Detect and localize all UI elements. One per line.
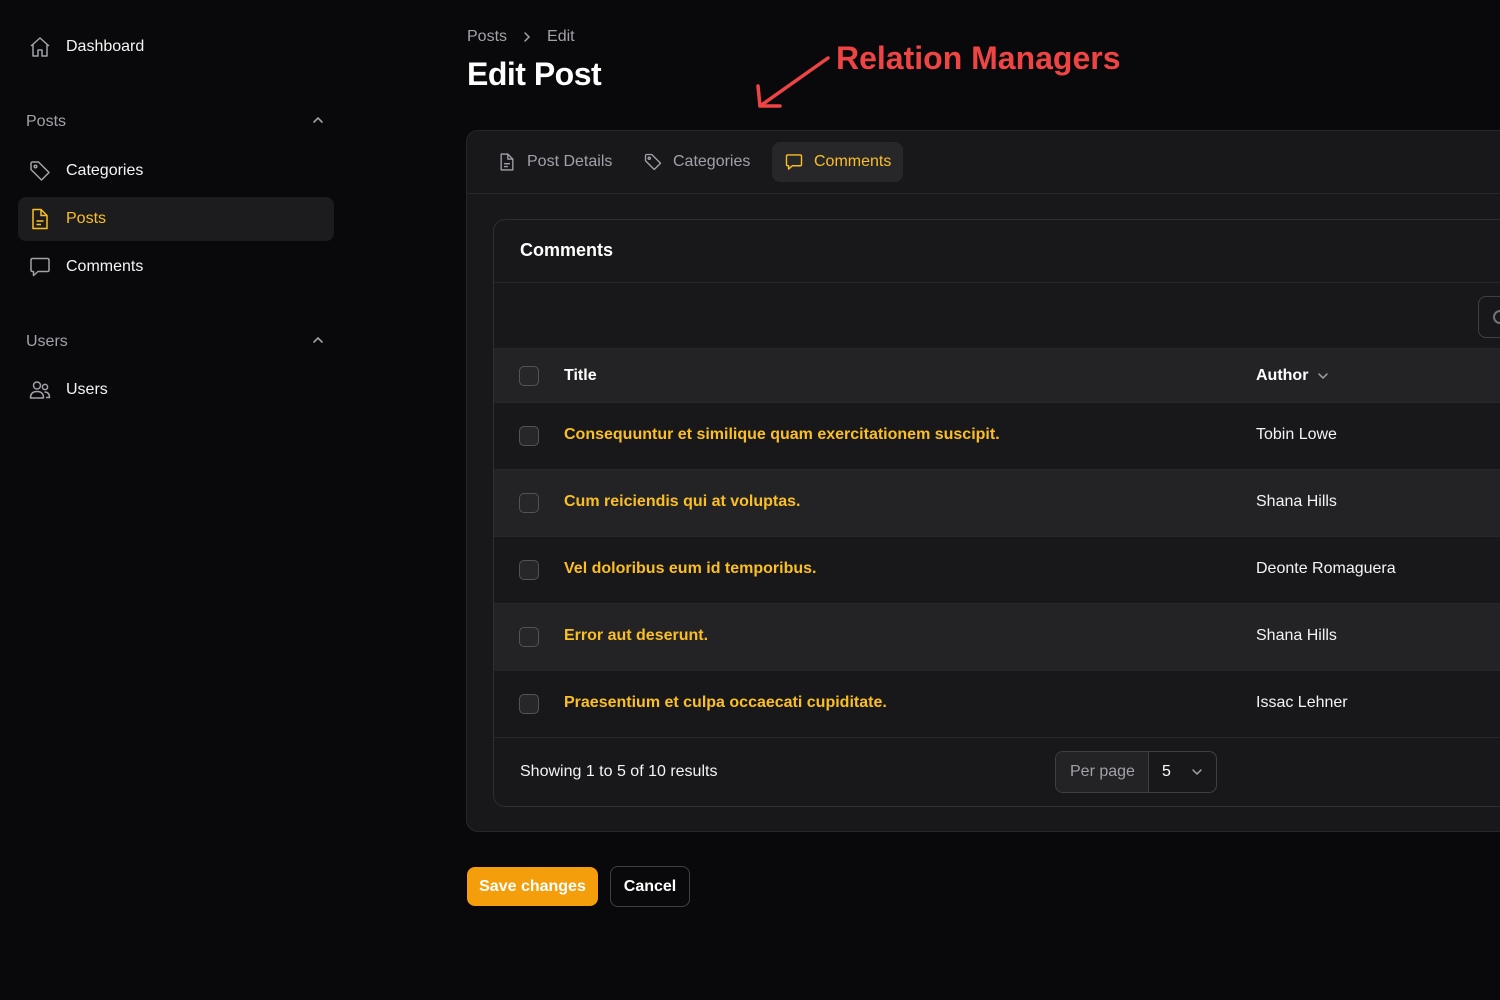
divider xyxy=(494,282,1500,283)
row-checkbox[interactable] xyxy=(519,694,539,714)
tab-label: Comments xyxy=(814,153,892,170)
annotation-label: Relation Managers xyxy=(836,40,1121,76)
sidebar-item-label: Posts xyxy=(66,210,107,227)
tab-post-details[interactable]: Post Details xyxy=(485,142,624,182)
row-title[interactable]: Error aut deserunt. xyxy=(564,627,708,645)
sidebar-group-label: Posts xyxy=(26,113,67,130)
column-header-title: Title xyxy=(564,367,597,384)
breadcrumb-item-edit: Edit xyxy=(547,28,575,45)
row-title[interactable]: Cum reiciendis qui at voluptas. xyxy=(564,493,801,511)
row-author: Shana Hills xyxy=(1256,627,1337,644)
cancel-button[interactable]: Cancel xyxy=(610,866,690,907)
tabs-bar: Post Details Categories Comments xyxy=(467,131,1500,194)
row-author: Shana Hills xyxy=(1256,493,1337,510)
page-title: Edit Post xyxy=(467,56,602,92)
chat-bubble-icon xyxy=(784,152,804,172)
document-icon xyxy=(497,152,517,172)
sidebar-item-label: Users xyxy=(66,381,108,398)
row-checkbox[interactable] xyxy=(519,560,539,580)
sidebar: Dashboard Posts Categories Posts Comment… xyxy=(0,0,352,1000)
sidebar-item-dashboard[interactable]: Dashboard xyxy=(18,25,334,69)
table-header: Title Author xyxy=(494,348,1500,403)
sidebar-item-comments[interactable]: Comments xyxy=(18,245,334,289)
sidebar-item-users[interactable]: Users xyxy=(18,368,334,412)
tag-icon xyxy=(643,152,663,172)
row-title[interactable]: Consequuntur et similique quam exercitat… xyxy=(564,426,1000,444)
row-checkbox[interactable] xyxy=(519,426,539,446)
tab-label: Post Details xyxy=(527,153,613,170)
row-title[interactable]: Vel doloribus eum id temporibus. xyxy=(564,560,816,578)
sidebar-item-categories[interactable]: Categories xyxy=(18,149,334,193)
row-author: Deonte Romaguera xyxy=(1256,560,1396,577)
select-all-checkbox[interactable] xyxy=(519,366,539,386)
tab-comments[interactable]: Comments xyxy=(772,142,904,182)
sidebar-item-label: Categories xyxy=(66,162,144,179)
row-checkbox[interactable] xyxy=(519,493,539,513)
comments-table-card: Comments Title Author Consequuntur et si… xyxy=(493,219,1500,807)
table-row[interactable]: Consequuntur et similique quam exercitat… xyxy=(494,403,1500,470)
search-icon xyxy=(1493,310,1500,324)
chevron-right-icon xyxy=(521,31,533,43)
table-row[interactable]: Error aut deserunt. Shana Hills xyxy=(494,604,1500,671)
table-row[interactable]: Vel doloribus eum id temporibus. Deonte … xyxy=(494,537,1500,604)
chat-bubble-icon xyxy=(28,255,52,279)
column-header-author[interactable]: Author xyxy=(1256,367,1330,385)
relation-manager-panel: Post Details Categories Comments Comment… xyxy=(466,130,1500,832)
breadcrumb: Posts Edit xyxy=(467,26,575,48)
row-author: Issac Lehner xyxy=(1256,694,1348,711)
column-header-author-label: Author xyxy=(1256,367,1309,384)
per-page-dropdown[interactable]: 5 xyxy=(1149,752,1216,792)
sidebar-item-posts[interactable]: Posts xyxy=(18,197,334,241)
chevron-down-icon xyxy=(1316,369,1330,383)
sidebar-group-users[interactable]: Users xyxy=(26,328,326,356)
chevron-down-icon xyxy=(1190,765,1204,779)
table-row[interactable]: Cum reiciendis qui at voluptas. Shana Hi… xyxy=(494,470,1500,537)
search-input[interactable] xyxy=(1478,296,1500,338)
tab-categories[interactable]: Categories xyxy=(631,142,762,182)
sidebar-group-label: Users xyxy=(26,333,68,350)
table-row[interactable]: Praesentium et culpa occaecati cupiditat… xyxy=(494,671,1500,738)
sidebar-item-label: Dashboard xyxy=(66,38,145,55)
annotation-arrow-icon xyxy=(748,50,832,119)
sidebar-item-label: Comments xyxy=(66,258,144,275)
chevron-up-icon xyxy=(310,332,326,353)
tab-label: Categories xyxy=(673,153,751,170)
chevron-up-icon xyxy=(310,112,326,133)
tag-icon xyxy=(28,159,52,183)
table-heading: Comments xyxy=(520,240,614,260)
per-page-select[interactable]: Per page 5 xyxy=(1055,751,1217,793)
save-changes-button[interactable]: Save changes xyxy=(467,867,598,906)
document-icon xyxy=(28,207,52,231)
sidebar-group-posts[interactable]: Posts xyxy=(26,108,326,136)
row-title[interactable]: Praesentium et culpa occaecati cupiditat… xyxy=(564,694,887,712)
breadcrumb-item-posts[interactable]: Posts xyxy=(467,28,507,46)
row-author: Tobin Lowe xyxy=(1256,426,1337,443)
users-icon xyxy=(28,378,52,402)
per-page-label: Per page xyxy=(1056,752,1149,792)
row-checkbox[interactable] xyxy=(519,627,539,647)
home-icon xyxy=(28,35,52,59)
pagination-summary: Showing 1 to 5 of 10 results xyxy=(520,763,718,780)
per-page-value: 5 xyxy=(1162,763,1171,780)
